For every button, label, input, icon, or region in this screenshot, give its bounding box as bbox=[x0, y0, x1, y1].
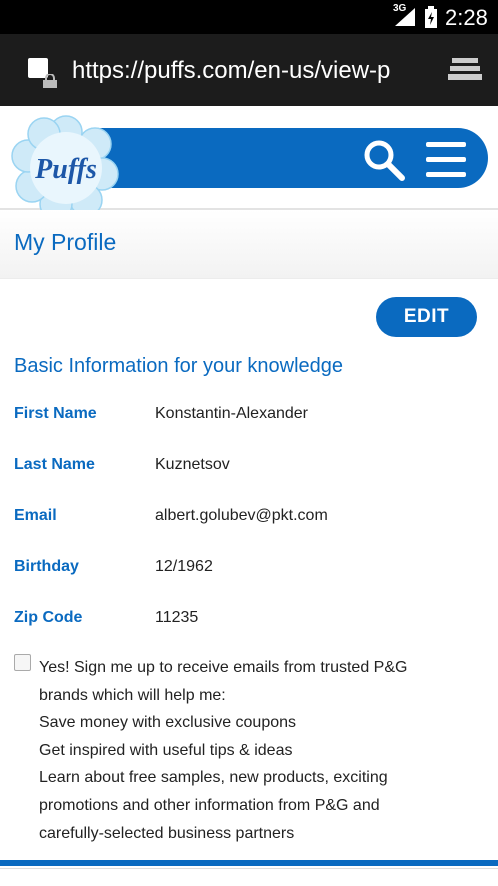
page-title: My Profile bbox=[14, 229, 117, 255]
logo-text: Puffs bbox=[34, 154, 97, 185]
field-last-name: Last Name Kuznetsov bbox=[14, 456, 484, 480]
optin-checkbox[interactable] bbox=[14, 654, 31, 671]
optin-line: brands which will help me: bbox=[39, 686, 226, 704]
optin-line: carefully-selected business partners bbox=[39, 824, 295, 842]
optin-line: Yes! Sign me up to receive emails from t… bbox=[39, 659, 408, 676]
field-label: First Name bbox=[14, 405, 97, 422]
field-zip-code: Zip Code 11235 bbox=[14, 609, 484, 633]
optin-line: Learn about free samples, new products, … bbox=[39, 769, 388, 787]
field-label: Last Name bbox=[14, 456, 95, 473]
field-value: Konstantin-Alexander bbox=[155, 405, 308, 422]
page-title-bar: My Profile bbox=[0, 210, 498, 279]
field-value: albert.golubev@pkt.com bbox=[155, 507, 328, 524]
field-value: 11235 bbox=[155, 609, 199, 626]
field-birthday: Birthday 12/1962 bbox=[14, 558, 484, 582]
puffs-logo[interactable]: Puffs bbox=[10, 112, 122, 224]
url-field[interactable]: https://puffs.com/en-us/view-p bbox=[72, 57, 424, 85]
edit-button[interactable]: EDIT bbox=[376, 297, 477, 337]
optin-line: Get inspired with useful tips & ideas bbox=[39, 741, 293, 759]
field-label: Zip Code bbox=[14, 609, 83, 626]
field-value: Kuznetsov bbox=[155, 456, 230, 473]
field-label: Birthday bbox=[14, 558, 79, 575]
footer-divider bbox=[0, 860, 498, 866]
field-value: 12/1962 bbox=[155, 558, 213, 575]
site-header: Puffs bbox=[0, 106, 498, 221]
search-icon[interactable] bbox=[362, 138, 406, 182]
optin-text: Yes! Sign me up to receive emails from t… bbox=[39, 654, 459, 847]
optin-line: promotions and other information from P&… bbox=[39, 796, 380, 814]
field-first-name: First Name Konstantin-Alexander bbox=[14, 405, 484, 429]
footer bbox=[0, 868, 498, 886]
tabs-icon[interactable] bbox=[448, 56, 482, 84]
lock-icon bbox=[43, 74, 57, 88]
status-bar: 3G 2:28 bbox=[0, 0, 498, 34]
clock: 2:28 bbox=[445, 5, 488, 30]
menu-icon[interactable] bbox=[424, 140, 468, 180]
field-email: Email albert.golubev@pkt.com bbox=[14, 507, 484, 531]
battery-icon bbox=[425, 6, 437, 28]
signal-icon bbox=[395, 8, 415, 26]
section-title: Basic Information for your knowledge bbox=[14, 355, 344, 377]
field-label: Email bbox=[14, 507, 57, 524]
browser-url-bar: https://puffs.com/en-us/view-p bbox=[0, 34, 498, 106]
optin-line: Save money with exclusive coupons bbox=[39, 714, 297, 732]
